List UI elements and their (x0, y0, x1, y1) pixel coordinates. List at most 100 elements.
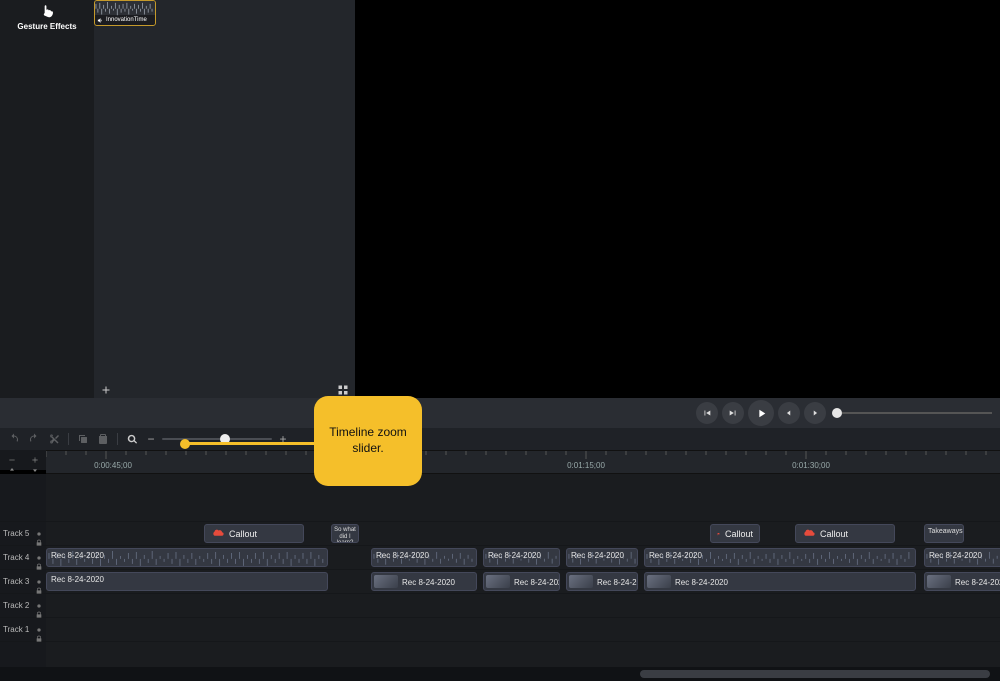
clip-label: Takeaways! (928, 528, 964, 535)
clip-label: Rec 8-24-2020 (402, 578, 455, 587)
tooltip-leader-line (184, 442, 314, 445)
divider (68, 433, 69, 445)
track-header[interactable]: Track 5 (0, 522, 46, 546)
copy-button[interactable] (77, 433, 89, 445)
track-down-button[interactable] (31, 461, 39, 469)
media-bin: InnovationTime (94, 0, 355, 398)
gesture-icon (40, 4, 54, 18)
ruler-timestamp: 0:00:45;00 (94, 461, 132, 470)
clip-callout[interactable]: Callout (710, 524, 760, 543)
clip-callout[interactable]: Callout (204, 524, 304, 543)
clip-label: Rec 8-24-2020 (51, 551, 104, 560)
clip-audio[interactable]: Rec 8-24-2020 (566, 548, 638, 567)
scrollbar-thumb[interactable] (640, 670, 990, 678)
track-row: Rec 8-24-2020 Rec 8-24-2020 Rec 8-24-202… (46, 546, 1000, 570)
track-toggle-icon[interactable] (35, 549, 43, 557)
media-clip-label: InnovationTime (106, 17, 147, 23)
track-toggle-icon[interactable] (35, 621, 43, 629)
clip-callout[interactable]: Callout (795, 524, 895, 543)
playback-bar (0, 398, 1000, 428)
track-toggle-icon[interactable] (35, 573, 43, 581)
clip-video[interactable]: Rec 8-24-2020 (924, 572, 1000, 591)
media-bin-footer (94, 380, 355, 398)
track-header[interactable]: Track 4 (0, 546, 46, 570)
media-clip-label-row: InnovationTime (95, 15, 155, 25)
track-name: Track 3 (3, 577, 29, 586)
sidebar-item-label: Gesture Effects (17, 22, 76, 31)
redo-button[interactable] (28, 433, 40, 445)
track-up-button[interactable] (8, 461, 16, 469)
sidebar-item-gesture-effects[interactable]: Gesture Effects (0, 0, 94, 37)
app-root: Gesture Effects InnovationTime (0, 0, 1000, 681)
track-lock-icon[interactable] (35, 558, 43, 566)
next-button[interactable] (804, 402, 826, 424)
prev-button[interactable] (778, 402, 800, 424)
clip-label: Rec 8-24-2020 (571, 551, 624, 560)
clip-label: Rec 8-24-2020 (649, 551, 702, 560)
track-lock-icon[interactable] (35, 534, 43, 542)
step-forward-button[interactable] (722, 402, 744, 424)
clip-audio[interactable]: Rec 8-24-2020 (46, 548, 328, 567)
library-sidebar: Gesture Effects (0, 0, 94, 398)
play-controls (696, 400, 832, 426)
track-name: Track 4 (3, 553, 29, 562)
play-button[interactable] (748, 400, 774, 426)
clip-label: Rec 8-24-2020 (488, 551, 541, 560)
track-area[interactable]: Callout So what did I learn? Callout Cal… (46, 474, 1000, 667)
track-row-gap (46, 474, 1000, 522)
track-toggle-icon[interactable] (35, 597, 43, 605)
cut-button[interactable] (48, 433, 60, 445)
view-toggle-button[interactable] (337, 383, 349, 395)
clip-audio[interactable]: Rec 8-24-2020 (924, 548, 1000, 567)
paste-button[interactable] (97, 433, 109, 445)
clip-label: Callout (725, 529, 753, 539)
zoom-search-icon[interactable] (126, 433, 138, 445)
preview-canvas[interactable] (355, 0, 1000, 398)
add-media-button[interactable] (100, 383, 112, 395)
clip-audio[interactable]: Rec 8-24-2020 (371, 548, 477, 567)
media-clip[interactable]: InnovationTime (94, 0, 156, 26)
track-name: Track 5 (3, 529, 29, 538)
step-back-button[interactable] (696, 402, 718, 424)
clip-label: Rec 8-24-2020 (675, 578, 728, 587)
track-header[interactable]: Track 1 (0, 618, 46, 642)
undo-button[interactable] (8, 433, 20, 445)
clip-audio[interactable]: Rec 8-24-2020 (483, 548, 560, 567)
track-headers: Track 5 Track 4 Track 3 Track 2 Track 1 (0, 474, 46, 667)
timeline-toolbar: − + (0, 428, 1000, 450)
clip-thumbnail (927, 575, 951, 588)
zoom-out-button[interactable]: − (146, 433, 156, 445)
clip-label: Rec 8-24-2020 (514, 578, 560, 587)
clip-video-notitle[interactable]: Rec 8-24-2020 (46, 572, 328, 591)
slider-track (842, 412, 992, 414)
clip-annotation[interactable]: So what did I learn? (331, 524, 359, 543)
clip-thumbnail (569, 575, 593, 588)
track-lock-icon[interactable] (35, 630, 43, 638)
track-toggle-icon[interactable] (35, 525, 43, 533)
top-region: Gesture Effects InnovationTime (0, 0, 1000, 398)
track-collapse-button[interactable] (8, 451, 16, 459)
clip-annotation[interactable]: Takeaways! (924, 524, 964, 543)
track-header[interactable]: Track 3 (0, 570, 46, 594)
clip-audio[interactable]: Rec 8-24-2020 (644, 548, 916, 567)
clip-video[interactable]: Rec 8-24-2020 (644, 572, 916, 591)
clip-video[interactable]: Rec 8-24-2020 (483, 572, 560, 591)
track-lock-icon[interactable] (35, 582, 43, 590)
preview-scrub-slider[interactable] (832, 408, 1000, 418)
track-row: Rec 8-24-2020 Rec 8-24-2020 Rec 8-24-202… (46, 570, 1000, 594)
clip-label: Rec 8-24-2020 (51, 575, 104, 584)
track-header[interactable]: Track 2 (0, 594, 46, 618)
timeline-ruler[interactable]: 0:00:45;00 0:01:15;00 0:01:30;00 (46, 450, 1000, 474)
track-add-button[interactable] (31, 451, 39, 459)
track-name: Track 2 (3, 601, 29, 610)
track-lock-icon[interactable] (35, 606, 43, 614)
timeline: Track 5 Track 4 Track 3 Track 2 Track 1 (0, 474, 1000, 667)
timeline-scrollbar[interactable] (0, 667, 1000, 681)
tooltip-leader-dot (180, 439, 190, 449)
zoom-track[interactable] (162, 438, 272, 440)
clip-label: Callout (820, 529, 848, 539)
slider-thumb[interactable] (832, 408, 842, 418)
clip-video[interactable]: Rec 8-24-2020 (566, 572, 638, 591)
clip-video[interactable]: Rec 8-24-2020 (371, 572, 477, 591)
clip-thumbnail (374, 575, 398, 588)
